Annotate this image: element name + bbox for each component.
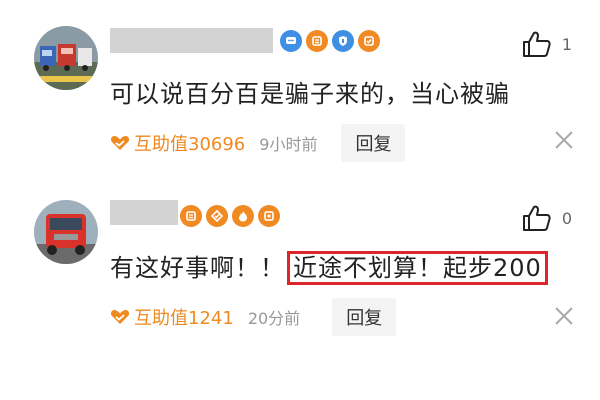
comment-meta: 互助值30696 9小时前 回复 — [110, 124, 406, 162]
like-count: 1 — [561, 34, 572, 54]
avatar[interactable] — [34, 200, 98, 264]
points-label: 互助值30696 — [134, 134, 246, 155]
avatar-truck-lineup-image — [34, 26, 98, 90]
avatar-red-truck-image — [34, 200, 98, 264]
diamond-icon — [258, 205, 280, 227]
username-placeholder[interactable] — [110, 28, 273, 53]
comment-text: 有这好事啊！！ 近途不划算！起步200 — [110, 248, 548, 285]
like-button[interactable]: 0 — [522, 204, 572, 232]
flame-icon — [232, 205, 254, 227]
heart-hands-icon — [110, 309, 130, 325]
reply-button[interactable]: 回复 — [341, 124, 406, 162]
comment-text-main: 有这好事啊！！ — [110, 254, 285, 282]
badge-row — [280, 29, 380, 53]
comment-meta: 互助值1241 20分前 回复 — [110, 298, 397, 336]
like-count: 0 — [561, 208, 572, 228]
comment-item: 1 可以说百分百是骗子来的，当心被骗 互助值30696 9小时前 回复 — [0, 0, 600, 190]
close-icon — [555, 307, 573, 325]
badge-row — [180, 204, 280, 228]
like-button[interactable]: 1 — [522, 30, 572, 58]
avatar[interactable] — [34, 26, 98, 90]
close-button[interactable] — [554, 130, 574, 150]
thumbs-up-icon — [522, 205, 551, 231]
shield-icon — [332, 30, 354, 52]
comment-text: 可以说百分百是骗子来的，当心被骗 — [110, 80, 510, 108]
reply-button[interactable]: 回复 — [332, 298, 397, 336]
timestamp: 20分前 — [247, 309, 301, 328]
coins-icon — [306, 30, 328, 52]
close-icon — [555, 131, 573, 149]
points-label: 互助值1241 — [134, 308, 234, 329]
timestamp: 9小时前 — [259, 135, 318, 154]
username-placeholder[interactable] — [110, 200, 178, 225]
comment-item: 0 有这好事啊！！ 近途不划算！起步200 互助值1241 20分前 回复 — [0, 190, 600, 375]
heart-hands-icon — [110, 135, 130, 151]
check-badge-icon — [206, 205, 228, 227]
comment-text-highlight: 近途不划算！起步200 — [287, 251, 548, 285]
check-badge-icon — [358, 30, 380, 52]
coins-icon — [180, 205, 202, 227]
thumbs-up-icon — [522, 31, 551, 57]
close-button[interactable] — [554, 306, 574, 326]
chat-bubble-icon — [280, 30, 302, 52]
